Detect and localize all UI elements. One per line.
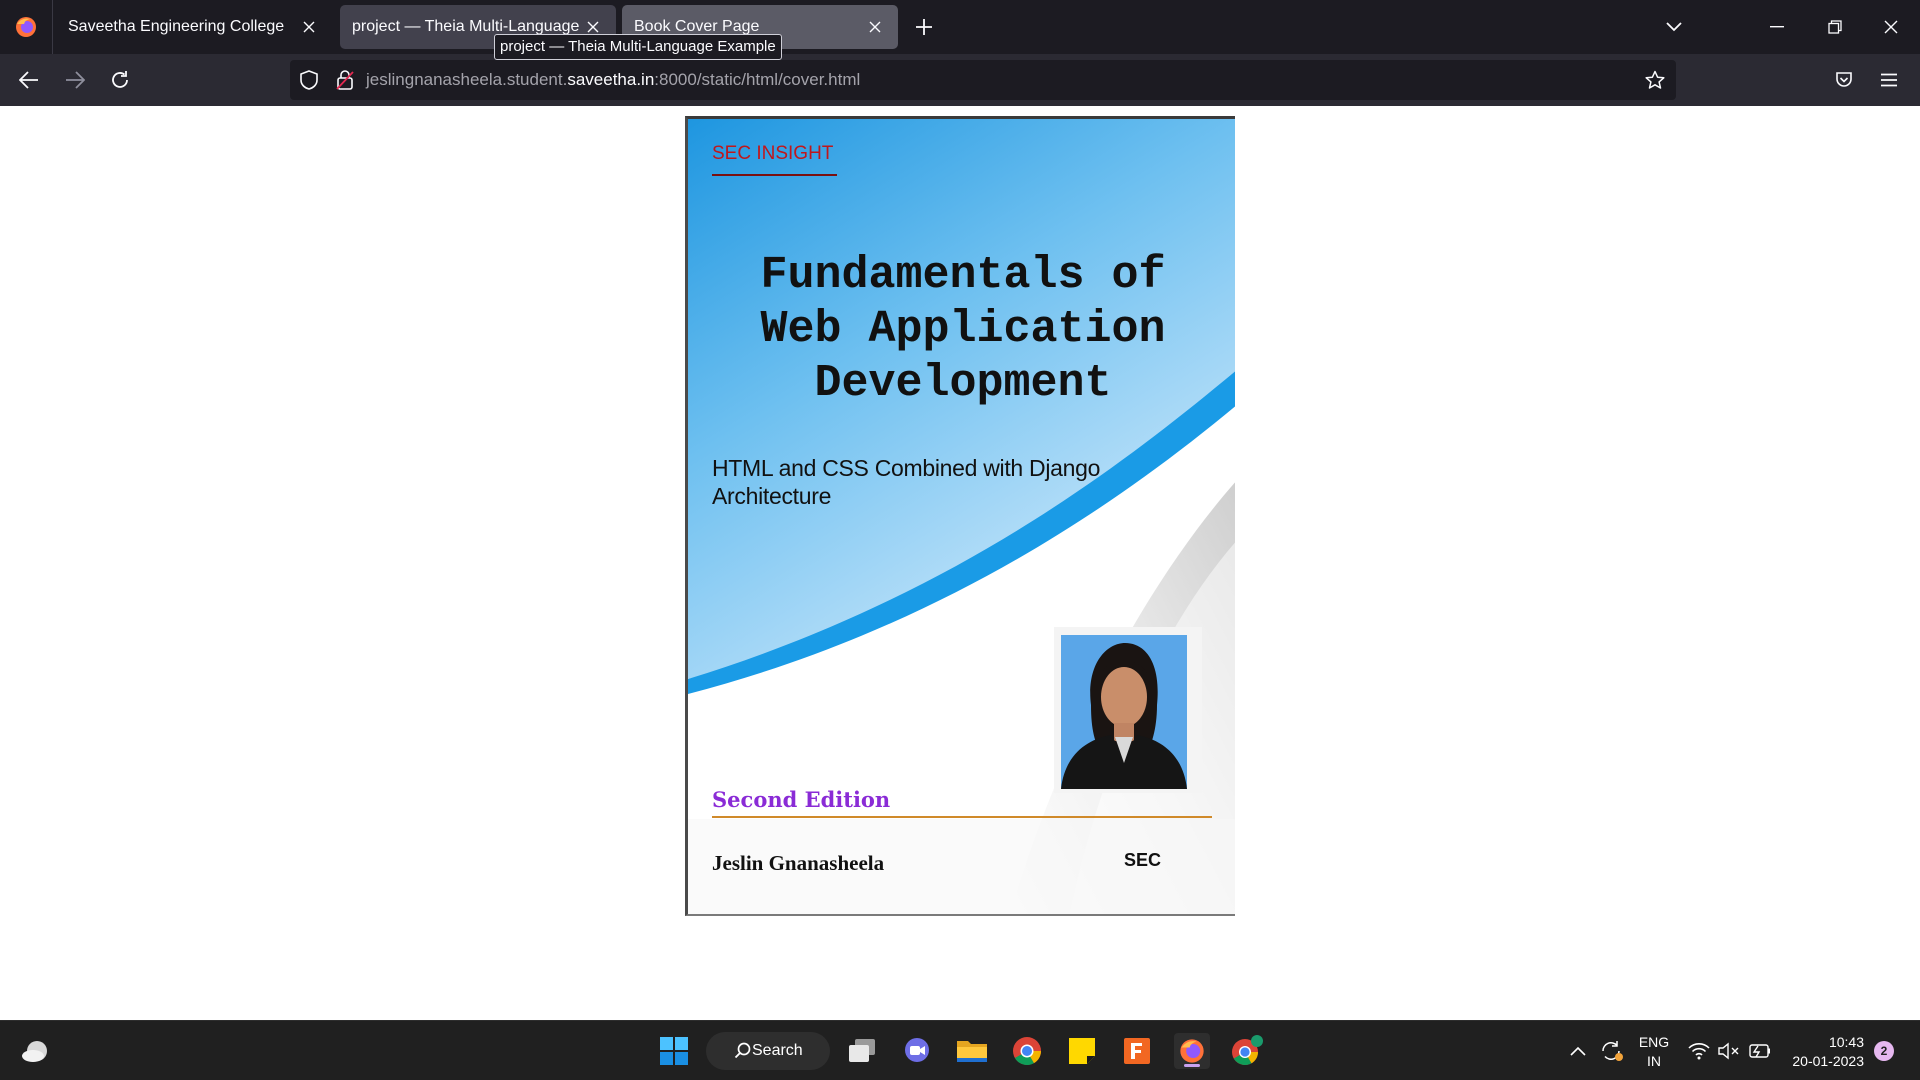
close-tab-icon[interactable] <box>298 16 320 38</box>
chat-icon[interactable] <box>899 1033 935 1069</box>
fusion360-icon[interactable] <box>1119 1033 1155 1069</box>
notification-badge[interactable]: 2 <box>1874 1041 1894 1061</box>
minimize-icon[interactable] <box>1762 12 1792 42</box>
book-cover: SEC INSIGHT Fundamentals of Web Applicat… <box>685 116 1235 916</box>
insecure-lock-icon[interactable] <box>334 69 356 91</box>
clock-date: 20-01-2023 <box>1792 1053 1864 1069</box>
forward-arrow-icon[interactable] <box>60 65 90 95</box>
input-language-indicator[interactable]: ENG IN <box>1636 1033 1672 1071</box>
navigation-toolbar: jeslingnanasheela.student.saveetha.in:80… <box>0 54 1920 106</box>
weather-icon[interactable] <box>18 1033 54 1069</box>
speaker-muted-icon[interactable] <box>1714 1033 1744 1069</box>
author-photo <box>1061 635 1187 789</box>
publisher-name: SEC <box>1124 850 1162 870</box>
windows-taskbar: Search ENG IN 10:43 20-01-2023 2 <box>0 1020 1920 1080</box>
pocket-icon[interactable] <box>1829 65 1859 95</box>
hamburger-menu-icon[interactable] <box>1874 65 1904 95</box>
back-arrow-icon[interactable] <box>14 65 44 95</box>
search-icon <box>734 1042 751 1059</box>
title-line: Web Application <box>760 304 1166 355</box>
restore-icon[interactable] <box>1820 12 1850 42</box>
firefox-menu-icon[interactable] <box>12 13 40 41</box>
chrome-profile-icon[interactable] <box>1229 1033 1265 1069</box>
address-bar[interactable]: jeslingnanasheela.student.saveetha.in:80… <box>290 60 1676 100</box>
clock[interactable]: 10:43 20-01-2023 <box>1780 1033 1864 1071</box>
sync-icon[interactable] <box>1596 1033 1628 1069</box>
bookmark-star-icon[interactable] <box>1644 69 1666 91</box>
title-line: Fundamentals of <box>760 250 1166 301</box>
windows-start-icon[interactable] <box>656 1033 692 1069</box>
reload-icon[interactable] <box>105 65 135 95</box>
clock-time: 10:43 <box>1828 1034 1864 1050</box>
close-window-icon[interactable] <box>1876 12 1906 42</box>
wifi-icon[interactable] <box>1684 1033 1714 1069</box>
show-hidden-icons-chevron-icon[interactable] <box>1562 1033 1594 1069</box>
tab-saveetha[interactable]: Saveetha Engineering College <box>56 5 332 49</box>
language-code: ENG <box>1638 1034 1670 1050</box>
sticky-notes-icon[interactable] <box>1064 1033 1100 1069</box>
tab-tooltip: project — Theia Multi-Language Example <box>494 34 782 60</box>
author-photo-frame <box>1054 627 1202 793</box>
tracking-protection-shield-icon[interactable] <box>298 69 320 91</box>
url-prefix: jeslingnanasheela.student. <box>366 70 568 89</box>
file-explorer-icon[interactable] <box>954 1033 990 1069</box>
list-all-tabs-chevron-icon[interactable] <box>1660 13 1688 41</box>
new-tab-plus-icon[interactable] <box>910 13 938 41</box>
book-subtitle: HTML and CSS Combined with Django Archit… <box>712 455 1101 509</box>
tab-separator <box>52 0 53 54</box>
publisher-brand: SEC INSIGHT <box>712 143 834 164</box>
author-name: Jeslin Gnanasheela <box>712 851 885 875</box>
taskbar-search-button[interactable]: Search <box>706 1032 830 1070</box>
url-text[interactable]: jeslingnanasheela.student.saveetha.in:80… <box>366 70 860 90</box>
edition-divider <box>712 816 1212 818</box>
chrome-icon[interactable] <box>1009 1033 1045 1069</box>
region-code: IN <box>1647 1053 1661 1069</box>
battery-icon[interactable] <box>1744 1033 1774 1069</box>
close-tab-icon[interactable] <box>864 16 886 38</box>
tab-title: Saveetha Engineering College <box>68 18 285 35</box>
tab-bar: Saveetha Engineering College project — T… <box>0 0 1920 54</box>
url-path: :8000/static/html/cover.html <box>654 70 861 89</box>
search-label: Search <box>752 1042 803 1059</box>
screen: Saveetha Engineering College project — T… <box>0 0 1920 1080</box>
firefox-taskbar-icon[interactable] <box>1174 1033 1210 1069</box>
title-line: Development <box>814 358 1112 409</box>
active-app-indicator <box>1184 1064 1200 1067</box>
brand-underline <box>712 174 837 176</box>
task-view-icon[interactable] <box>844 1033 880 1069</box>
url-host: saveetha.in <box>567 70 655 89</box>
edition-label: Second Edition <box>712 787 891 812</box>
book-title: Fundamentals of Web Application Developm… <box>688 249 1235 411</box>
